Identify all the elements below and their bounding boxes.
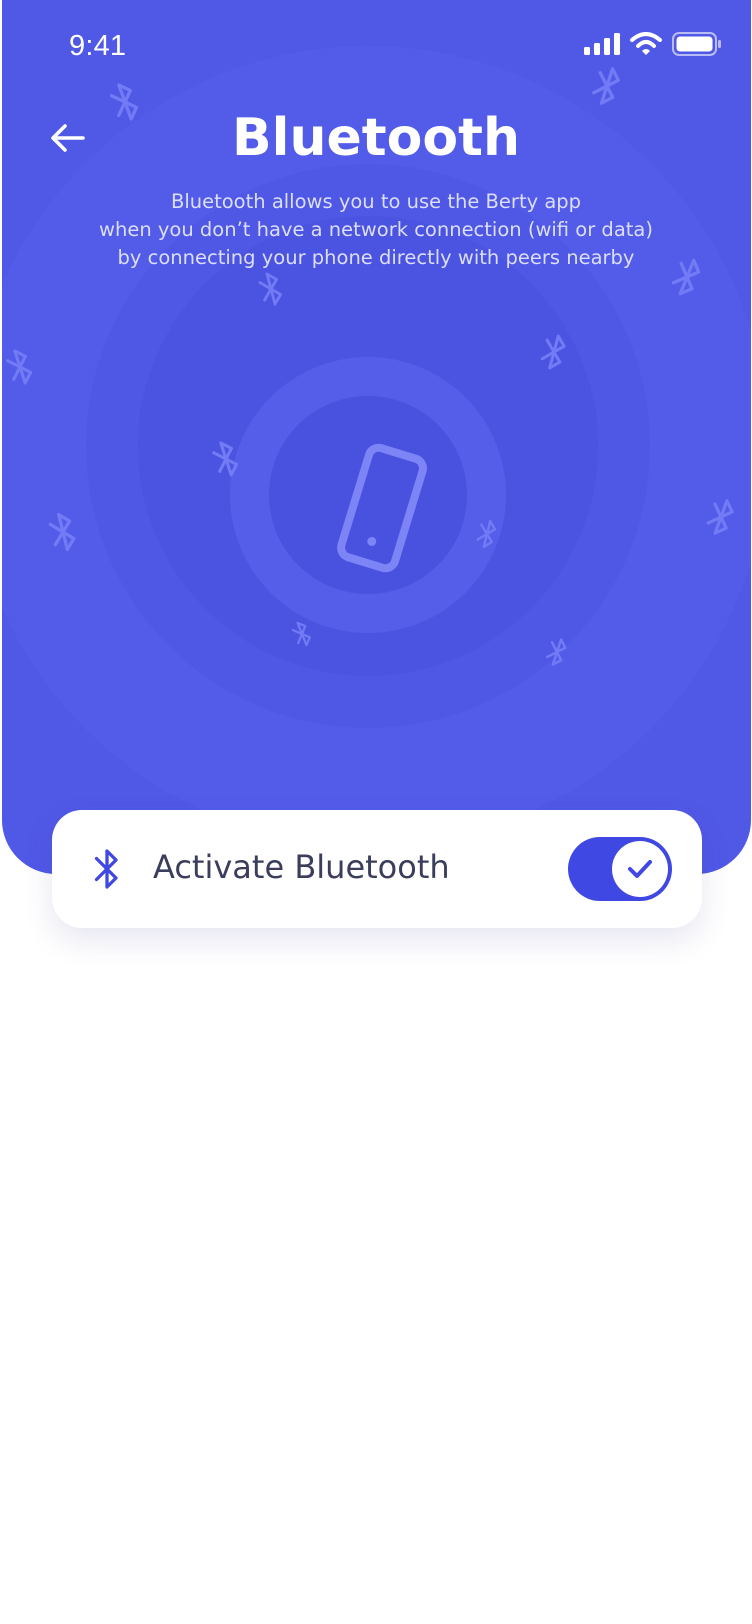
page-description: Bluetooth allows you to use the Berty ap… — [60, 188, 692, 272]
toggle-knob — [612, 841, 668, 897]
battery-icon — [672, 32, 721, 56]
page-title: Bluetooth — [232, 108, 520, 168]
status-bar: 9:41 — [0, 0, 752, 96]
description-line: by connecting your phone directly with p… — [117, 246, 635, 269]
bluetooth-toggle[interactable] — [568, 837, 672, 901]
status-time: 9:41 — [69, 30, 127, 62]
smartphone-icon — [337, 443, 427, 573]
bluetooth-icon — [94, 849, 118, 889]
status-icons — [584, 32, 722, 56]
activate-bluetooth-label: Activate Bluetooth — [153, 848, 450, 886]
description-line: Bluetooth allows you to use the Berty ap… — [170, 190, 582, 213]
signal-icon — [584, 33, 620, 55]
check-icon — [628, 860, 652, 878]
activate-bluetooth-card: Activate Bluetooth — [52, 810, 702, 928]
description-line: when you don’t have a network connection… — [99, 218, 653, 241]
wifi-icon — [630, 32, 662, 55]
